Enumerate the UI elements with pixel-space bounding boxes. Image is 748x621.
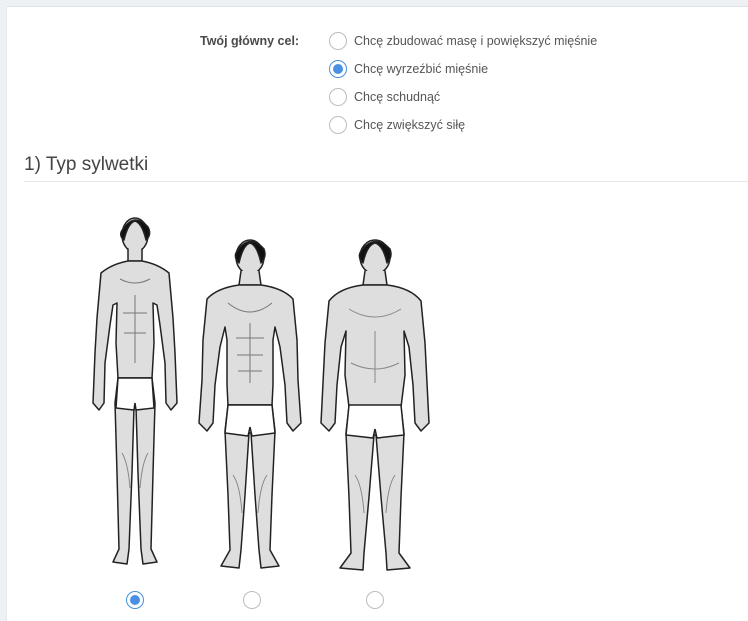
goal-option-sculpt[interactable]: Chcę wyrzeźbić mięśnie (329, 58, 488, 80)
radio-strength[interactable] (329, 116, 347, 134)
goal-option-lose-weight[interactable]: Chcę schudnąć (329, 86, 440, 108)
goal-label: Twój główny cel: (200, 34, 300, 48)
goal-option-label: Chcę schudnąć (354, 90, 441, 104)
radio-sculpt[interactable] (329, 60, 347, 78)
section-title: 1) Typ sylwetki (24, 154, 149, 175)
goal-option-label: Chcę wyrzeźbić mięśnie (354, 62, 489, 76)
radio-build-mass[interactable] (329, 32, 347, 50)
body-type-options (65, 207, 445, 617)
athletic-body-figure-icon[interactable] (195, 213, 305, 573)
radio-selected-dot (333, 64, 343, 74)
goal-option-build-mass[interactable]: Chcę zbudować masę i powiększyć mięśnie (329, 30, 597, 52)
goal-option-label: Chcę zbudować masę i powiększyć mięśnie (354, 34, 598, 48)
goal-radio-group: Twój główny cel: Chcę zbudować masę i po… (7, 28, 748, 148)
page: Twój główny cel: Chcę zbudować masę i po… (0, 0, 748, 621)
heavy-body-figure-icon[interactable] (315, 213, 435, 573)
goal-option-strength[interactable]: Chcę zwiększyć siłę (329, 114, 465, 136)
goal-option-label: Chcę zwiększyć siłę (354, 118, 466, 132)
radio-lose-weight[interactable] (329, 88, 347, 106)
body-type-athletic-radio[interactable] (243, 591, 261, 609)
body-type-slim-radio[interactable] (126, 591, 144, 609)
radio-selected-dot (130, 595, 140, 605)
section-divider (24, 181, 748, 182)
slim-body-figure-icon[interactable] (85, 213, 185, 573)
questionnaire-card: Twój główny cel: Chcę zbudować masę i po… (6, 6, 748, 621)
body-type-heavy-radio[interactable] (366, 591, 384, 609)
